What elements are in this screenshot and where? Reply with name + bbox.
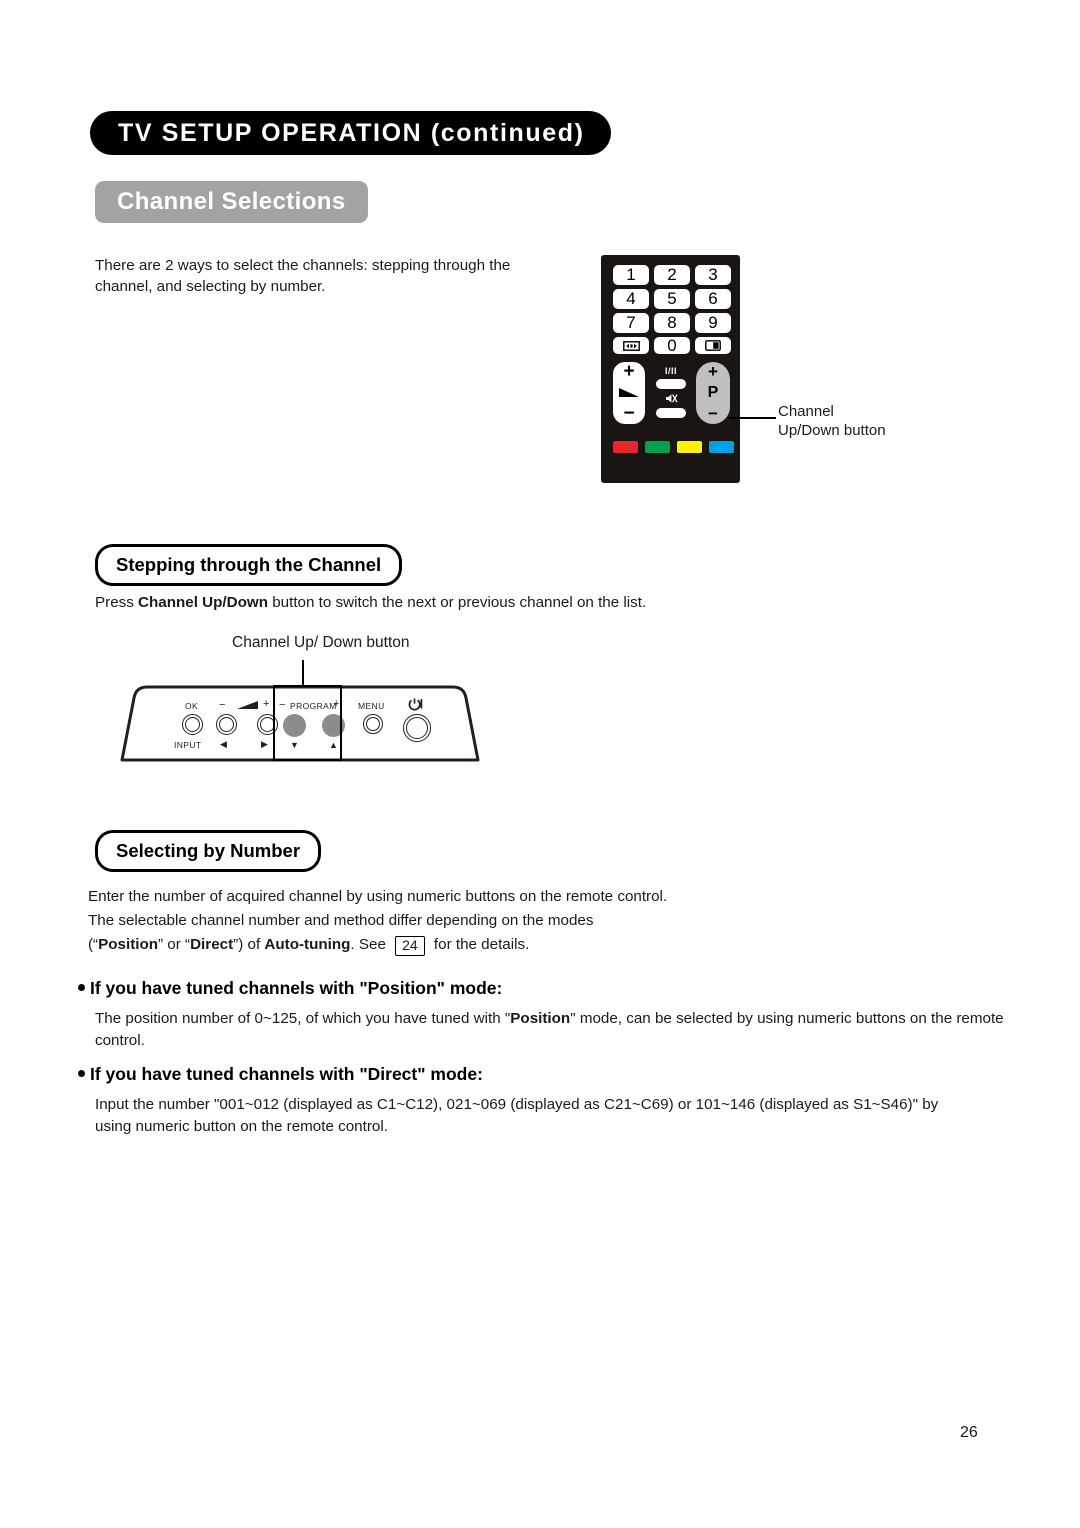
remote-key-1: 1 [613, 265, 649, 285]
bullet-dot-icon [78, 1070, 85, 1077]
direct-mode-body: Input the number "001~012 (displayed as … [95, 1096, 939, 1135]
selecting-bold-direct: Direct [190, 936, 234, 953]
bullet-dot-icon [78, 984, 85, 991]
panel-callout-leader [302, 660, 304, 686]
volume-minus-label: − [623, 403, 635, 424]
mute-icon [656, 393, 686, 406]
selecting-line-2: The selectable channel number and method… [88, 912, 594, 929]
selecting-bold-autotuning: Auto-tuning [264, 936, 351, 953]
remote-key-0: 0 [654, 336, 690, 355]
bullet-heading-direct-mode: If you have tuned channels with "Direct"… [78, 1064, 483, 1085]
position-body-bold: Position [510, 1010, 571, 1027]
program-minus-label: − [708, 403, 718, 423]
remote-key-6: 6 [695, 289, 731, 309]
panel-button-power [403, 714, 431, 742]
section-title: Channel Selections [95, 181, 368, 223]
stepping-text-bold: Channel Up/Down [138, 594, 268, 611]
selecting-bold-position: Position [98, 936, 159, 953]
mute-button [656, 408, 686, 418]
selecting-line3-d: . See [350, 936, 391, 953]
remote-callout-line1: Channel [778, 403, 834, 420]
remote-callout-line2: Up/Down button [778, 422, 886, 439]
color-key-blue [709, 441, 734, 453]
selecting-line3-b: ” or “ [158, 936, 191, 953]
power-icon [408, 698, 424, 712]
program-plus-label: + [708, 362, 718, 382]
panel-button-menu [363, 714, 383, 734]
stepping-paragraph: Press Channel Up/Down button to switch t… [95, 592, 735, 613]
remote-key-5: 5 [654, 289, 690, 309]
bullet-heading-position-mode: If you have tuned channels with "Positio… [78, 978, 502, 999]
selecting-line3-c: ”) of [233, 936, 265, 953]
panel-program-highlight-box [273, 685, 342, 761]
selecting-line3-e: for the details. [429, 936, 530, 953]
page-number: 26 [960, 1424, 978, 1441]
position-body-a: The position number of 0~125, of which y… [95, 1010, 511, 1027]
selecting-paragraph: Enter the number of acquired channel by … [88, 886, 748, 958]
panel-label-menu: MENU [358, 701, 385, 711]
channel-up-down-rocker: + P − [696, 362, 730, 424]
stepping-text-after: button to switch the next or previous ch… [267, 594, 647, 611]
position-mode-body: The position number of 0~125, of which y… [95, 1008, 1005, 1052]
remote-key-4: 4 [613, 289, 649, 309]
picture-mode-icon [695, 337, 731, 354]
remote-key-9: 9 [695, 313, 731, 333]
volume-rocker: + − [613, 362, 645, 424]
color-key-red [613, 441, 638, 453]
panel-label-right-arrow: ▶ [261, 739, 268, 749]
color-key-yellow [677, 441, 702, 453]
panel-button-volume-minus [216, 714, 237, 735]
panel-volume-wedge-icon [237, 701, 259, 710]
sound-mode-label: I/II [664, 366, 677, 376]
remote-key-8: 8 [654, 313, 690, 333]
remote-callout-leader [729, 417, 776, 419]
page-reference-box: 24 [395, 936, 425, 956]
panel-label-ok: OK [185, 701, 199, 711]
volume-wedge-icon [619, 388, 639, 397]
stepping-text-before: Press [95, 594, 139, 611]
remote-callout-text: Channel Up/Down button [778, 402, 886, 440]
bullet-heading-direct-text: If you have tuned channels with "Direct"… [90, 1064, 483, 1084]
panel-callout-text: Channel Up/ Down button [232, 634, 410, 651]
heading-stepping-through-channel: Stepping through the Channel [95, 544, 403, 586]
bullet-heading-position-text: If you have tuned channels with "Positio… [90, 978, 503, 998]
remote-key-3: 3 [695, 265, 731, 285]
remote-key-2: 2 [654, 265, 690, 285]
sound-mode-button [656, 379, 686, 389]
panel-label-volume-plus: + [263, 698, 270, 710]
selecting-line3-a: (“ [88, 936, 99, 953]
remote-key-7: 7 [613, 313, 649, 333]
selecting-line-3: (“Position” or “Direct”) of Auto-tuning.… [88, 934, 748, 956]
widescreen-icon [613, 337, 649, 354]
selecting-line-1: Enter the number of acquired channel by … [88, 888, 668, 905]
program-letter-label: P [707, 383, 719, 401]
panel-label-input: INPUT [174, 740, 202, 750]
heading-selecting-by-number: Selecting by Number [95, 830, 322, 872]
page-title: TV SETUP OPERATION (continued) [90, 111, 611, 155]
panel-label-volume-minus: − [219, 699, 226, 711]
intro-paragraph: There are 2 ways to select the channels:… [95, 257, 511, 295]
panel-button-ok-input [182, 714, 203, 735]
remote-control-diagram: 1 2 3 4 5 6 7 8 9 0 + − I/II + P − [601, 255, 740, 483]
volume-plus-label: + [623, 361, 635, 382]
panel-label-left-arrow: ◀ [220, 739, 227, 749]
color-key-green [645, 441, 670, 453]
